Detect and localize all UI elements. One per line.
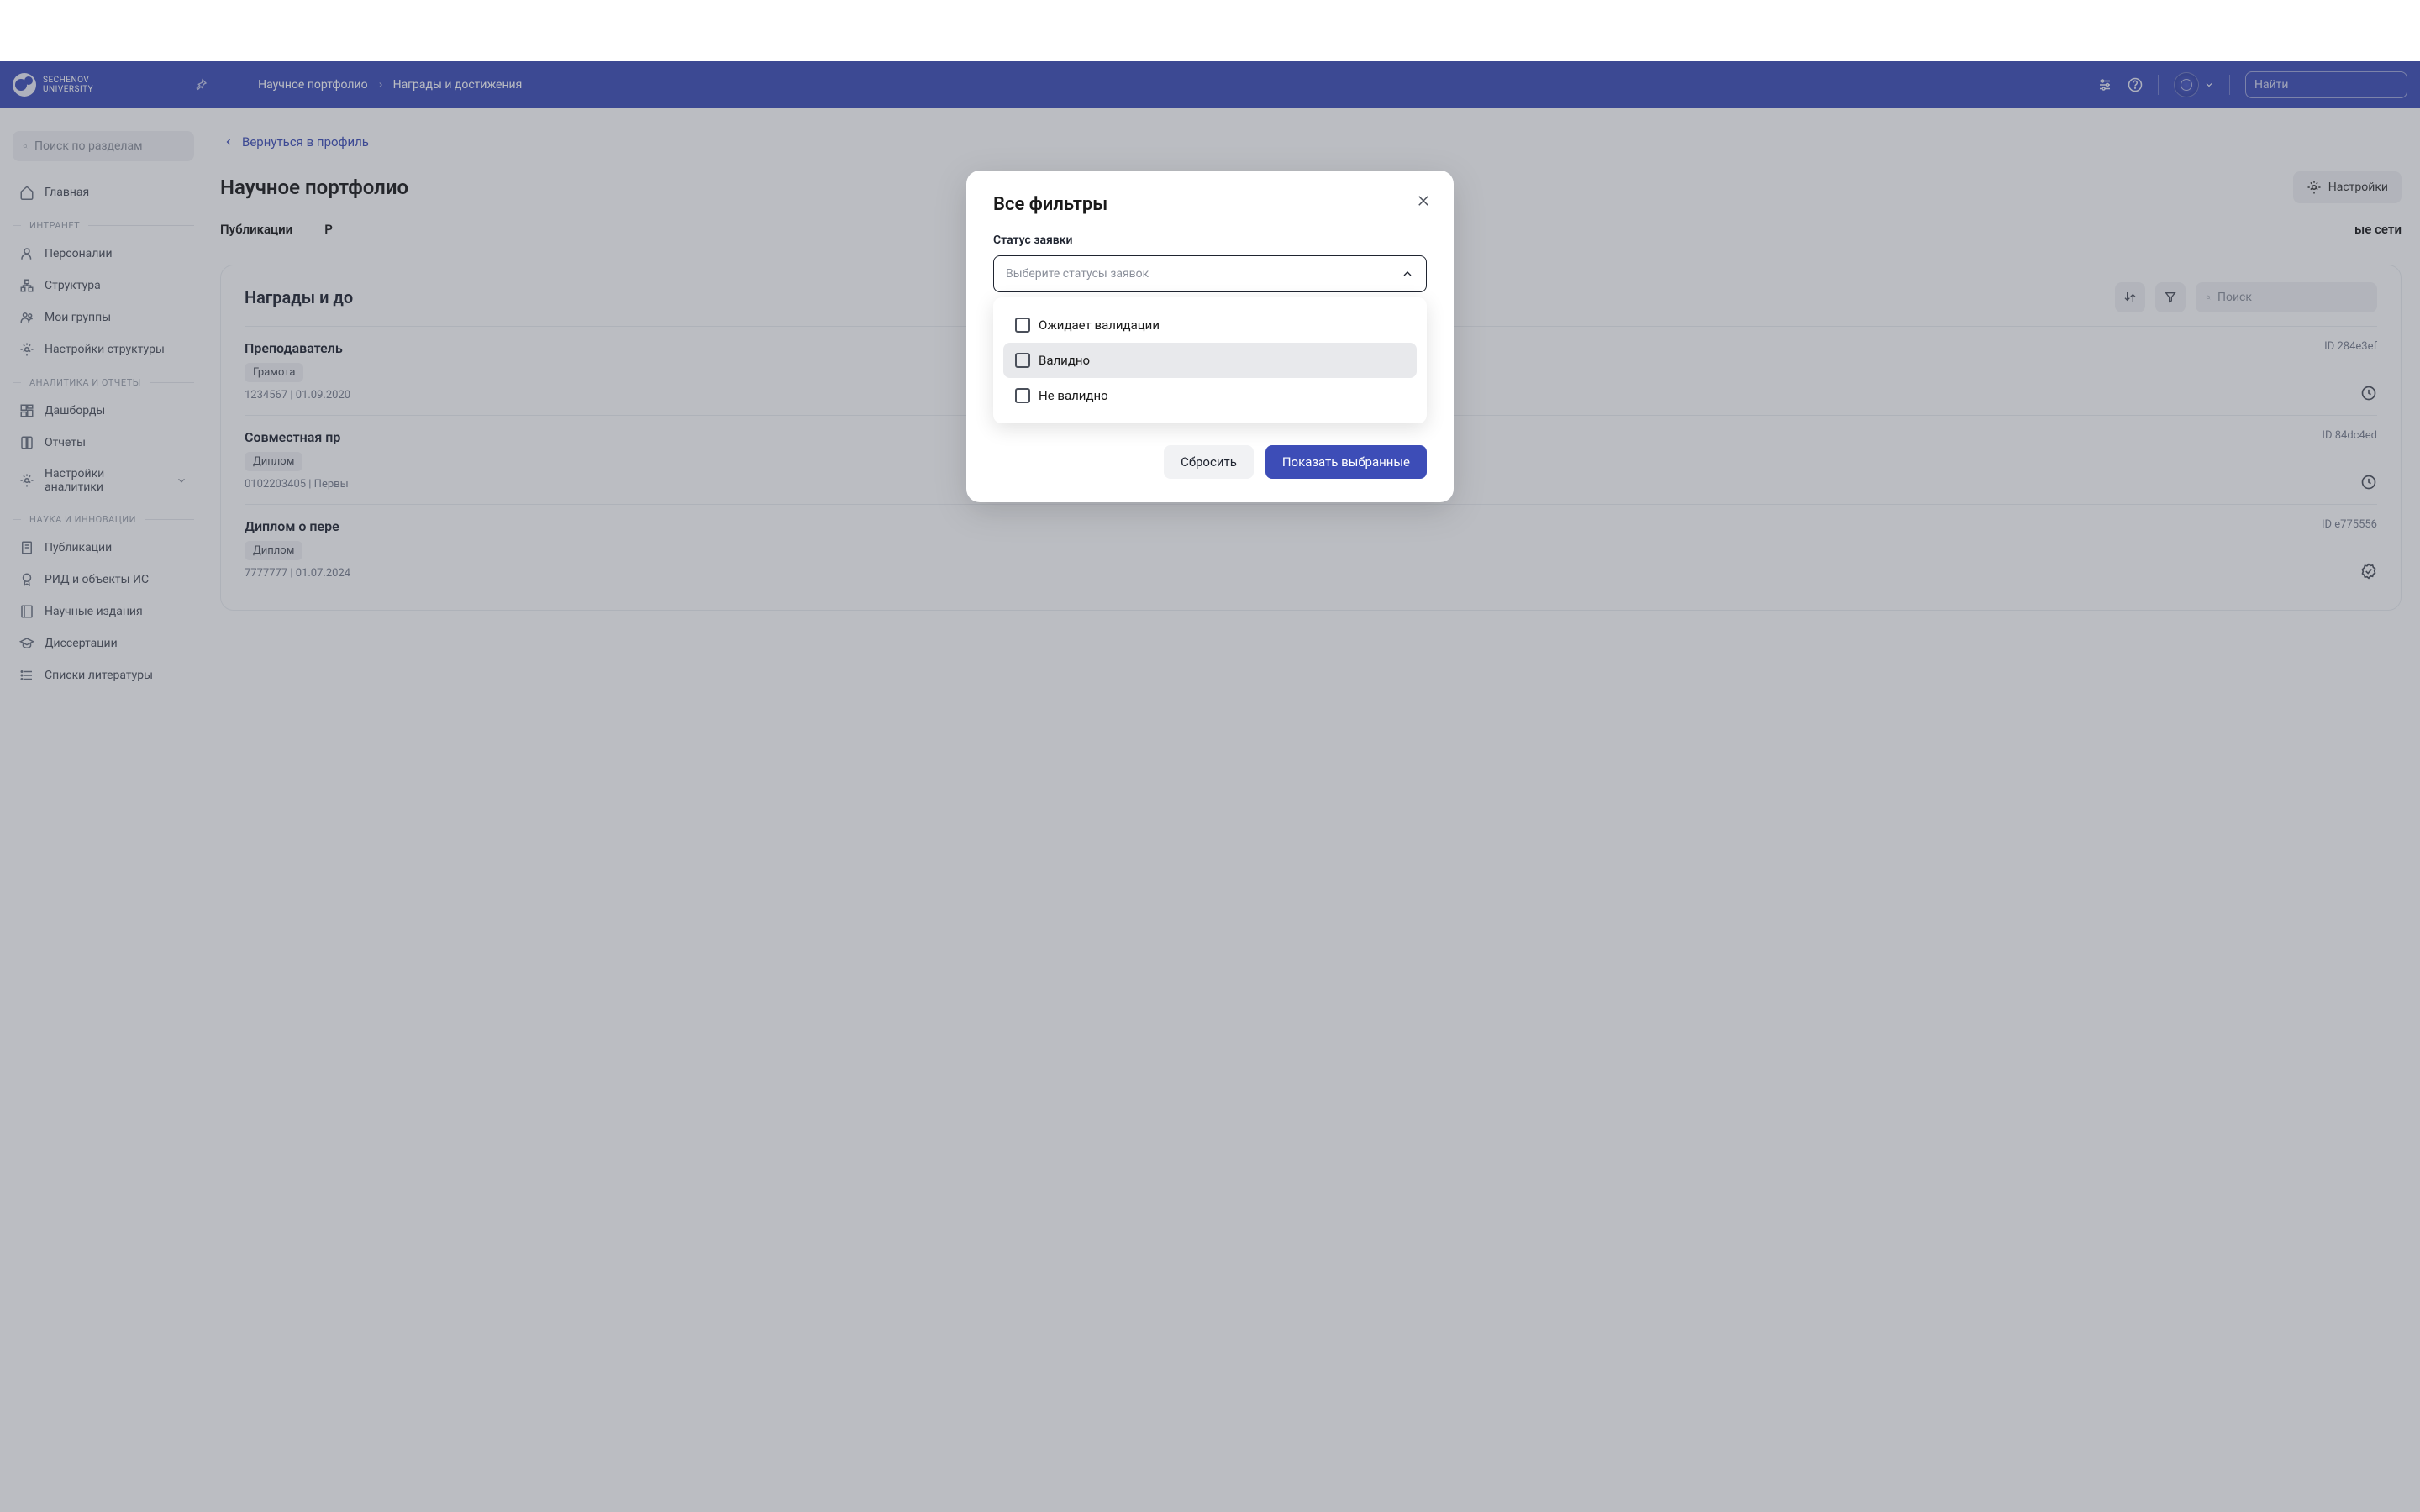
option-label: Валидно bbox=[1039, 353, 1090, 368]
field-label: Статус заявки bbox=[993, 234, 1427, 247]
option-valid[interactable]: Валидно bbox=[1003, 343, 1417, 378]
reset-button[interactable]: Сбросить bbox=[1164, 445, 1254, 479]
status-dropdown: Ожидает валидации Валидно Не валидно bbox=[993, 297, 1427, 423]
select-placeholder: Выберите статусы заявок bbox=[1006, 267, 1401, 281]
option-invalid[interactable]: Не валидно bbox=[1003, 378, 1417, 413]
modal-overlay[interactable]: Все фильтры Статус заявки Выберите стату… bbox=[0, 61, 2420, 1512]
option-pending[interactable]: Ожидает валидации bbox=[1003, 307, 1417, 343]
checkbox[interactable] bbox=[1015, 318, 1030, 333]
modal-title: Все фильтры bbox=[993, 194, 1427, 215]
status-select[interactable]: Выберите статусы заявок bbox=[993, 255, 1427, 292]
checkbox[interactable] bbox=[1015, 353, 1030, 368]
checkbox[interactable] bbox=[1015, 388, 1030, 403]
close-button[interactable] bbox=[1413, 191, 1434, 211]
apply-button[interactable]: Показать выбранные bbox=[1265, 445, 1427, 479]
option-label: Ожидает валидации bbox=[1039, 318, 1160, 333]
close-icon bbox=[1416, 193, 1431, 208]
filters-modal: Все фильтры Статус заявки Выберите стату… bbox=[966, 171, 1454, 502]
chevron-up-icon bbox=[1401, 267, 1414, 281]
option-label: Не валидно bbox=[1039, 388, 1108, 403]
